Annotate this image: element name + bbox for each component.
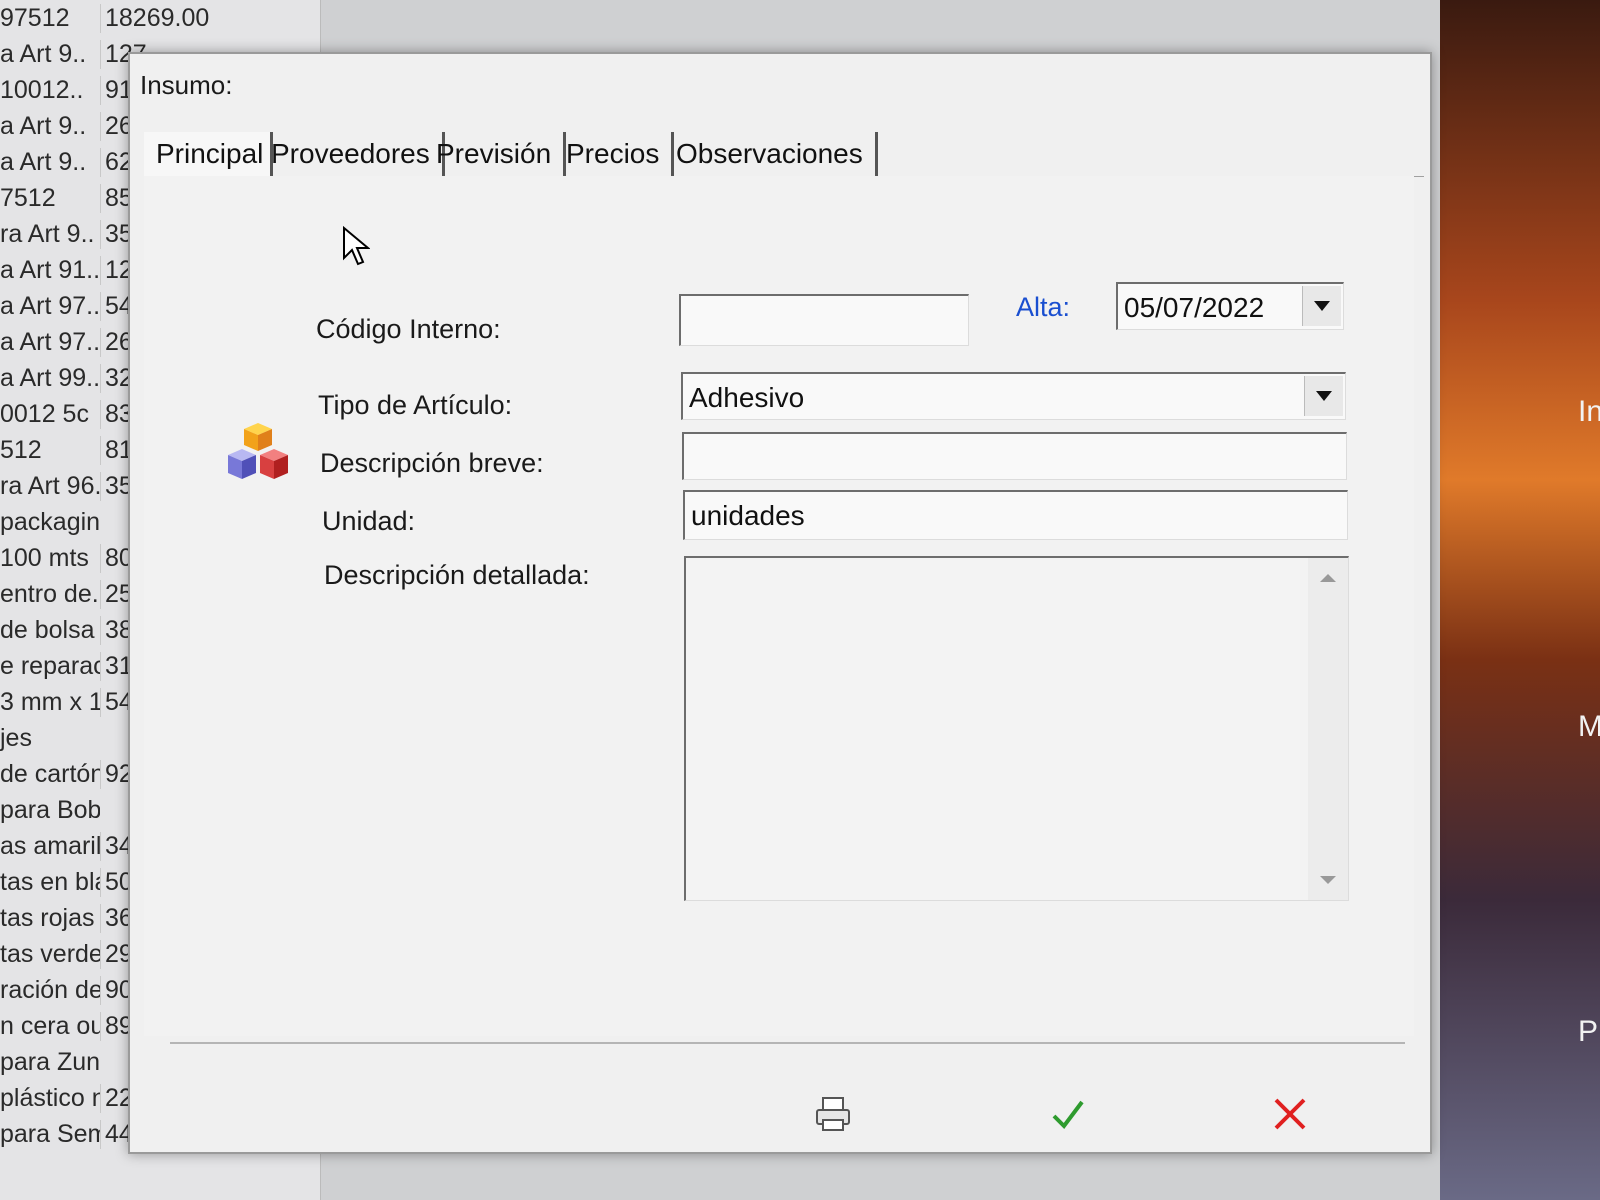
accept-button[interactable] (1038, 1084, 1098, 1144)
list-item-name: 512 (0, 436, 42, 464)
list-item: 97512 18269.00 (0, 4, 320, 38)
list-item-name: a Art 97... (0, 328, 100, 356)
list-item-name: a Art 9.. (0, 112, 87, 140)
list-item-name: jes (0, 724, 32, 752)
list-item-name: packaging (0, 508, 100, 536)
list-item-name: n cera out (0, 1012, 100, 1040)
cubes-icon (228, 423, 288, 479)
list-item-name: ra Art 9.. (0, 220, 95, 248)
list-item-name: 7512 (0, 184, 56, 212)
tab-panel-principal: Código Interno: Alta: 05/07/2022 Tipo de… (144, 176, 1414, 1036)
list-item-name: 10012.. (0, 76, 84, 104)
codigo-interno-label: Código Interno: (316, 314, 501, 344)
tab-bar: Principal Proveedores Previsión Precios … (144, 124, 1424, 177)
desktop-background: In M P (1440, 0, 1600, 1200)
vertical-scrollbar[interactable] (1308, 558, 1348, 900)
codigo-interno-input[interactable] (679, 294, 969, 346)
chevron-down-icon[interactable] (1304, 376, 1343, 416)
mouse-cursor-icon (343, 226, 370, 266)
tab-prevision[interactable]: Previsión (424, 132, 567, 176)
list-item-name: para Bobinas (0, 796, 100, 824)
cancel-button[interactable] (1260, 1084, 1320, 1144)
list-item-name: de bolsa (0, 616, 95, 644)
tipo-articulo-label: Tipo de Artículo: (318, 390, 513, 420)
list-item-name: a Art 97... (0, 292, 100, 320)
tab-precios[interactable]: Precios (554, 132, 675, 176)
tab-observaciones[interactable]: Observaciones (664, 132, 878, 176)
descripcion-breve-input[interactable] (682, 432, 1347, 480)
tab-principal[interactable]: Principal (144, 132, 273, 176)
list-item-name: e reparaci... (0, 652, 100, 680)
edge-text: M (1578, 710, 1600, 743)
list-item-name: de cartón (0, 760, 100, 788)
scroll-up-arrow-icon[interactable] (1320, 574, 1336, 582)
dialog-footer (170, 1042, 1405, 1144)
printer-icon (816, 1097, 850, 1131)
tipo-articulo-value: Adhesivo (689, 382, 805, 413)
dialog-title: Insumo: (140, 70, 233, 100)
list-item-name: ra Art 96.. (0, 472, 100, 500)
list-item-name: a Art 9.. (0, 40, 87, 68)
descripcion-detallada-textarea[interactable] (684, 556, 1349, 901)
tab-proveedores[interactable]: Proveedores (259, 132, 445, 176)
list-item-name: entro de... (0, 580, 100, 608)
alta-date-value: 05/07/2022 (1124, 292, 1265, 323)
list-item-name: a Art 9.. (0, 148, 87, 176)
list-item-name: 97512 (0, 4, 70, 32)
edge-text: P (1578, 1015, 1599, 1048)
list-item-name: tas verdes (0, 940, 100, 968)
print-button[interactable] (803, 1084, 863, 1144)
list-item-name: plástico ne... (0, 1084, 100, 1112)
list-item-name: tas en bla... (0, 868, 100, 896)
edge-text: In (1578, 395, 1600, 428)
unidad-label: Unidad: (322, 506, 416, 536)
insumo-dialog: Insumo: Principal Proveedores Previsión … (128, 52, 1432, 1154)
list-item-name: tas rojas (0, 904, 95, 932)
alta-date-picker[interactable]: 05/07/2022 (1116, 282, 1344, 330)
close-icon (1274, 1098, 1306, 1130)
list-item-name: para Semia.. (0, 1120, 100, 1148)
scroll-down-arrow-icon[interactable] (1320, 876, 1336, 884)
list-item-name: para Zunchos (0, 1048, 100, 1076)
check-icon (1052, 1100, 1084, 1130)
alta-label: Alta: (1016, 292, 1071, 322)
descripcion-breve-label: Descripción breve: (320, 448, 544, 478)
list-item-name: a Art 99... (0, 364, 100, 392)
list-item-value: 18269.00 (100, 4, 209, 33)
list-item-name: 100 mts (0, 544, 89, 572)
chevron-down-icon[interactable] (1302, 286, 1341, 326)
descripcion-detallada-label: Descripción detallada: (324, 560, 590, 590)
list-item-name: as amarill... (0, 832, 100, 860)
list-item-name: ración de c... (0, 976, 100, 1004)
list-item-name: 0012 5c (0, 400, 89, 428)
unidad-input[interactable] (683, 490, 1348, 540)
tipo-articulo-select[interactable]: Adhesivo (681, 372, 1346, 420)
list-item-name: 3 mm x 1... (0, 688, 100, 716)
list-item-name: a Art 91... (0, 256, 100, 284)
